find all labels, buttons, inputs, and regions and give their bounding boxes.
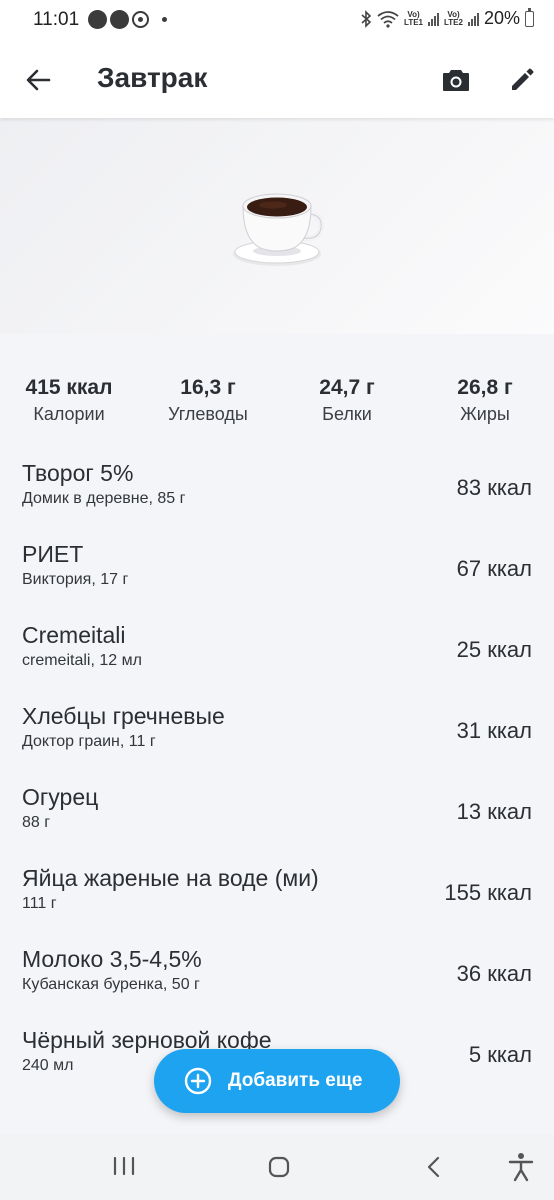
notification-icons bbox=[88, 10, 167, 29]
food-detail: Кубанская буренка, 50 г bbox=[22, 976, 200, 993]
macro-calories: 415 ккал Калории bbox=[0, 376, 138, 425]
food-detail: Домик в деревне, 85 г bbox=[22, 490, 186, 507]
macro-label: Углеводы bbox=[168, 404, 248, 424]
system-nav-bar bbox=[0, 1134, 554, 1200]
battery-percent: 20% bbox=[483, 8, 520, 28]
macro-value: 415 ккал bbox=[25, 376, 113, 399]
accessibility-icon[interactable] bbox=[508, 1152, 534, 1182]
food-name: Яйца жареные на воде (ми) bbox=[22, 865, 319, 891]
food-item[interactable]: Огурец 88 г 13 ккал bbox=[0, 768, 554, 849]
coffee-cup-icon bbox=[233, 193, 325, 266]
camera-button[interactable] bbox=[438, 62, 474, 98]
battery-icon bbox=[525, 7, 534, 27]
arrow-back-icon bbox=[26, 69, 51, 91]
food-kcal: 83 ккал bbox=[456, 475, 532, 500]
macro-label: Белки bbox=[322, 404, 372, 424]
food-item[interactable]: Молоко 3,5-4,5% Кубанская буренка, 50 г … bbox=[0, 930, 554, 1011]
volte2-label: Vo) LTE2 bbox=[444, 9, 463, 27]
screen: 11:01 Vo) LTE1 Vo) LTE2 20% Завтрак 415 … bbox=[0, 0, 554, 1200]
food-name: Молоко 3,5-4,5% bbox=[22, 946, 202, 972]
food-kcal: 36 ккал bbox=[456, 961, 532, 986]
back-nav-icon[interactable] bbox=[424, 1155, 444, 1179]
app-bar: Завтрак bbox=[0, 42, 554, 118]
food-list: Творог 5% Домик в деревне, 85 г 83 ккал … bbox=[0, 444, 554, 1092]
food-detail: Доктор граин, 11 г bbox=[22, 733, 156, 750]
camera-icon bbox=[443, 70, 469, 91]
notification-app-icon bbox=[88, 10, 107, 29]
food-kcal: 31 ккал bbox=[456, 718, 532, 743]
signal-1-icon bbox=[428, 12, 439, 26]
signal-2-icon bbox=[467, 12, 479, 26]
food-kcal: 13 ккал bbox=[456, 799, 532, 824]
food-name: Хлебцы гречневые bbox=[22, 703, 225, 729]
food-kcal: 5 ккал bbox=[468, 1042, 532, 1067]
system-icons: Vo) LTE1 Vo) LTE2 20% bbox=[360, 7, 534, 29]
food-item[interactable]: РИЕТ Виктория, 17 г 67 ккал bbox=[0, 525, 554, 606]
meal-image-area[interactable] bbox=[0, 118, 554, 334]
food-kcal: 67 ккал bbox=[456, 556, 532, 581]
status-time: 11:01 bbox=[33, 9, 80, 30]
food-name: РИЕТ bbox=[22, 541, 84, 567]
page-title: Завтрак bbox=[97, 62, 208, 93]
home-icon[interactable] bbox=[268, 1156, 290, 1178]
macros-summary: 415 ккал Калории 16,3 г Углеводы 24,7 г … bbox=[0, 334, 554, 444]
macro-label: Калории bbox=[33, 404, 105, 424]
macro-label: Жиры bbox=[460, 404, 510, 424]
recents-icon[interactable] bbox=[112, 1156, 136, 1176]
food-item[interactable]: Cremeitali cremeitali, 12 мл 25 ккал bbox=[0, 606, 554, 687]
macro-carbs: 16,3 г Углеводы bbox=[139, 376, 277, 425]
food-name: Cremeitali bbox=[22, 622, 126, 648]
whatsapp-icon bbox=[132, 11, 149, 28]
food-kcal: 25 ккал bbox=[456, 637, 532, 662]
macro-value: 24,7 г bbox=[319, 376, 375, 399]
food-name: Творог 5% bbox=[22, 460, 134, 486]
food-detail: 111 г bbox=[22, 895, 57, 912]
add-more-label: Добавить еще bbox=[228, 1070, 363, 1091]
food-detail: cremeitali, 12 мл bbox=[22, 652, 142, 669]
macro-value: 26,8 г bbox=[457, 376, 513, 399]
food-detail: Виктория, 17 г bbox=[22, 571, 129, 588]
food-name: Огурец bbox=[22, 784, 99, 810]
macro-protein: 24,7 г Белки bbox=[278, 376, 416, 425]
food-detail: 88 г bbox=[22, 814, 51, 831]
status-bar: 11:01 Vo) LTE1 Vo) LTE2 20% bbox=[0, 0, 554, 42]
back-button[interactable] bbox=[20, 62, 56, 98]
more-notifications-icon bbox=[162, 17, 167, 22]
pencil-icon bbox=[512, 68, 534, 90]
food-item[interactable]: Хлебцы гречневые Доктор граин, 11 г 31 к… bbox=[0, 687, 554, 768]
bluetooth-icon bbox=[361, 9, 372, 28]
plus-circle-icon bbox=[184, 1067, 212, 1095]
food-kcal: 155 ккал bbox=[444, 880, 532, 905]
add-more-button[interactable]: Добавить еще bbox=[154, 1049, 400, 1113]
notification-app-icon bbox=[110, 10, 129, 29]
macro-fat: 26,8 г Жиры bbox=[416, 376, 554, 425]
macro-value: 16,3 г bbox=[180, 376, 236, 399]
wifi-icon bbox=[377, 10, 399, 28]
volte1-label: Vo) LTE1 bbox=[404, 9, 423, 27]
food-item[interactable]: Творог 5% Домик в деревне, 85 г 83 ккал bbox=[0, 444, 554, 525]
food-detail: 240 мл bbox=[22, 1057, 74, 1074]
food-item[interactable]: Яйца жареные на воде (ми) 111 г 155 ккал bbox=[0, 849, 554, 930]
edit-button[interactable] bbox=[504, 62, 540, 98]
